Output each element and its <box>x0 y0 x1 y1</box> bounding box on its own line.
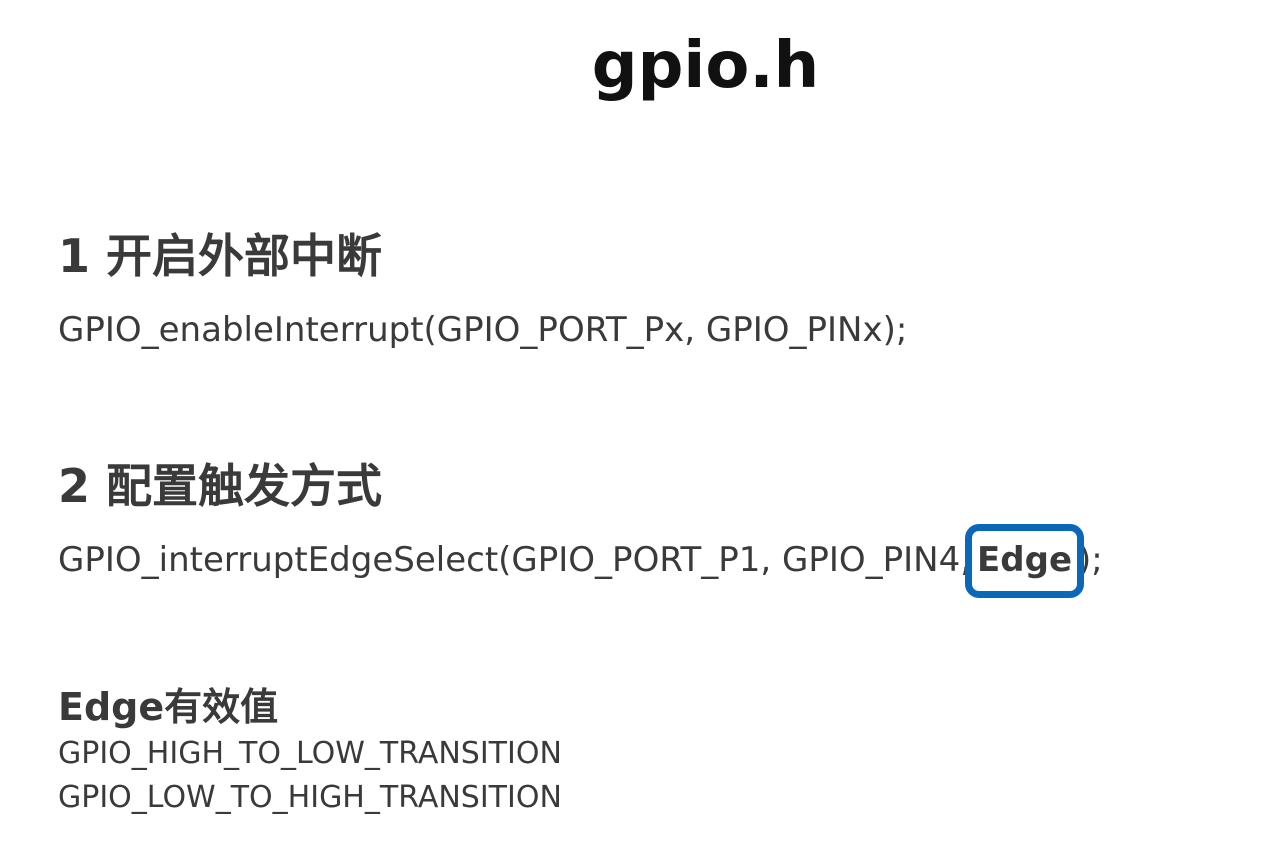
edge-value-item: GPIO_LOW_TO_HIGH_TRANSITION <box>58 780 562 815</box>
edge-highlight-box: Edge <box>965 524 1084 598</box>
edge-value-item: GPIO_HIGH_TO_LOW_TRANSITION <box>58 736 562 771</box>
edge-values-heading: Edge有效值 <box>58 685 279 729</box>
section-2-heading: 2 配置触发方式 <box>58 459 383 513</box>
section-2-code-prefix: GPIO_interruptEdgeSelect(GPIO_PORT_P1, G… <box>58 540 972 580</box>
section-1-heading: 1 开启外部中断 <box>58 229 383 283</box>
section-2-code-suffix: ); <box>1078 540 1103 580</box>
section-1-code: GPIO_enableInterrupt(GPIO_PORT_Px, GPIO_… <box>58 310 908 350</box>
section-2-code: GPIO_interruptEdgeSelect(GPIO_PORT_P1, G… <box>58 524 1103 598</box>
page-title: gpio.h <box>591 29 820 103</box>
